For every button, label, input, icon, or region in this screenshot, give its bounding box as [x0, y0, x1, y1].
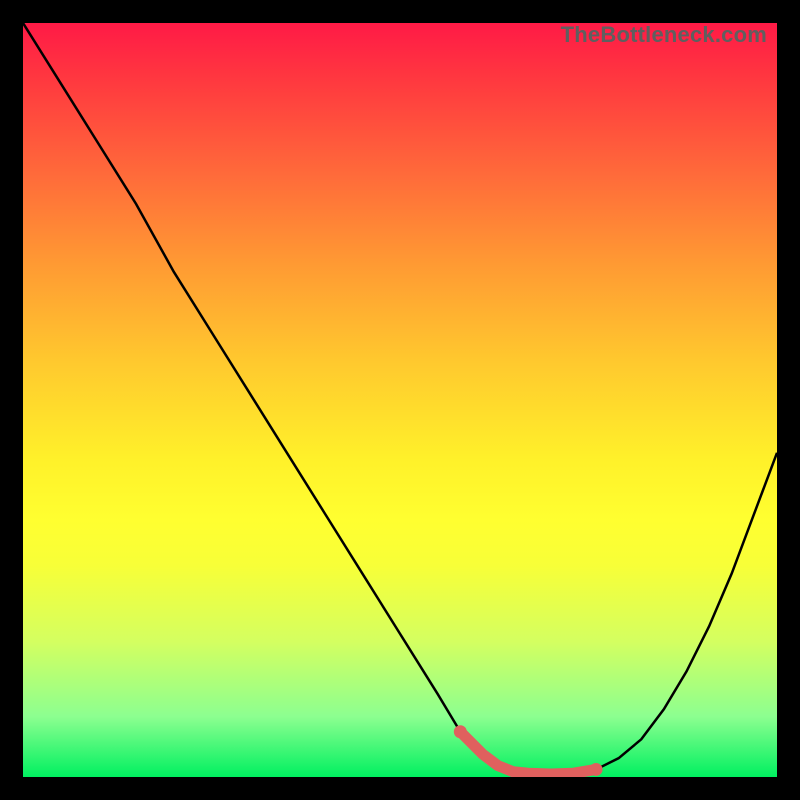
plot-area: TheBottleneck.com: [23, 23, 777, 777]
optimal-region-indicator: [23, 23, 777, 777]
chart-frame: TheBottleneck.com: [0, 0, 800, 800]
watermark-text: TheBottleneck.com: [561, 23, 767, 47]
